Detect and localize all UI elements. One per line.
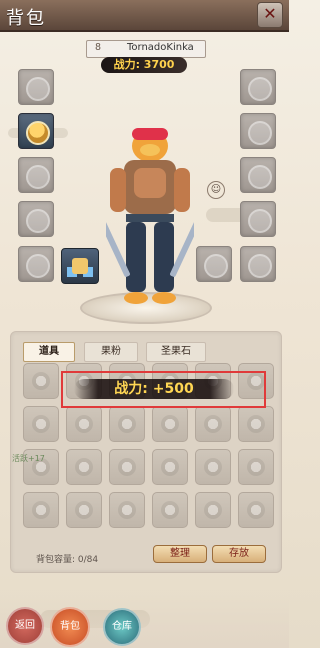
pet-slot[interactable] bbox=[61, 248, 99, 284]
bag-cell[interactable] bbox=[109, 492, 145, 528]
bag-nav-button[interactable]: 背包 bbox=[50, 607, 90, 647]
spiral-icon bbox=[248, 77, 272, 101]
equip-slot-shield[interactable] bbox=[240, 113, 276, 149]
close-button[interactable]: ✕ bbox=[257, 2, 283, 28]
bag-cell[interactable] bbox=[66, 449, 102, 485]
bag-cell[interactable] bbox=[238, 492, 274, 528]
character-figure bbox=[106, 128, 194, 304]
character-name-bar: 8 TornadoKinka bbox=[86, 40, 206, 58]
window-title: 背包 bbox=[6, 8, 46, 29]
store-button[interactable]: 存放 bbox=[212, 545, 266, 563]
bag-cell[interactable] bbox=[238, 406, 274, 442]
bag-cell[interactable] bbox=[152, 449, 188, 485]
character-name: TornadoKinka bbox=[127, 42, 194, 53]
emote-icon[interactable]: ☺ bbox=[207, 181, 225, 199]
equip-slot-gourd[interactable] bbox=[240, 246, 276, 282]
equip-slot-ring[interactable] bbox=[18, 157, 54, 193]
equip-slot-boots[interactable] bbox=[18, 201, 54, 237]
equip-slot-armor[interactable] bbox=[18, 113, 54, 149]
bag-cell[interactable] bbox=[195, 406, 231, 442]
bag-cell[interactable] bbox=[109, 449, 145, 485]
equip-slot-bracer[interactable] bbox=[18, 246, 54, 282]
bag-cell[interactable] bbox=[23, 492, 59, 528]
bag-cell[interactable] bbox=[195, 492, 231, 528]
armor-icon bbox=[26, 121, 50, 145]
bag-cell[interactable] bbox=[109, 406, 145, 442]
bag-cell[interactable] bbox=[152, 492, 188, 528]
power-popup-text: 战力: +500 bbox=[74, 379, 234, 399]
sort-button[interactable]: 整理 bbox=[153, 545, 207, 563]
rune-icon bbox=[248, 209, 272, 233]
pet-icon bbox=[72, 258, 88, 274]
shield-icon bbox=[248, 121, 272, 145]
gourd-icon bbox=[248, 254, 272, 278]
boots-icon bbox=[26, 209, 50, 233]
top-bar: 背包 ✕ bbox=[0, 0, 289, 32]
tab-props[interactable]: 道具 bbox=[23, 342, 75, 362]
equip-slot-spiral[interactable] bbox=[240, 69, 276, 105]
bag-cell[interactable] bbox=[66, 406, 102, 442]
bracer-icon bbox=[26, 254, 50, 278]
side-log-text: 活跃+17 bbox=[12, 454, 45, 463]
bag-cell[interactable] bbox=[23, 406, 59, 442]
equip-slot-rune[interactable] bbox=[240, 201, 276, 237]
bag-capacity: 背包容量: 0/84 bbox=[36, 555, 99, 565]
equip-slot-orb[interactable] bbox=[240, 157, 276, 193]
ring-icon bbox=[26, 165, 50, 189]
mask-icon bbox=[204, 254, 228, 278]
tab-sacred-stone[interactable]: 圣果石 bbox=[146, 342, 206, 362]
character-power: 战力: 3700 bbox=[101, 57, 187, 73]
tab-fruit-powder[interactable]: 果粉 bbox=[84, 342, 138, 362]
bag-cell[interactable] bbox=[238, 449, 274, 485]
bag-cell[interactable] bbox=[195, 449, 231, 485]
orb-icon bbox=[248, 165, 272, 189]
equip-slot-mask[interactable] bbox=[196, 246, 232, 282]
necklace-icon bbox=[26, 77, 50, 101]
back-button[interactable]: 返回 bbox=[6, 607, 44, 645]
character-level: 8 bbox=[95, 42, 102, 53]
bag-cell[interactable] bbox=[152, 406, 188, 442]
bag-cell[interactable] bbox=[23, 363, 59, 399]
bag-cell[interactable] bbox=[66, 492, 102, 528]
equip-slot-necklace[interactable] bbox=[18, 69, 54, 105]
warehouse-nav-button[interactable]: 仓库 bbox=[103, 608, 141, 646]
